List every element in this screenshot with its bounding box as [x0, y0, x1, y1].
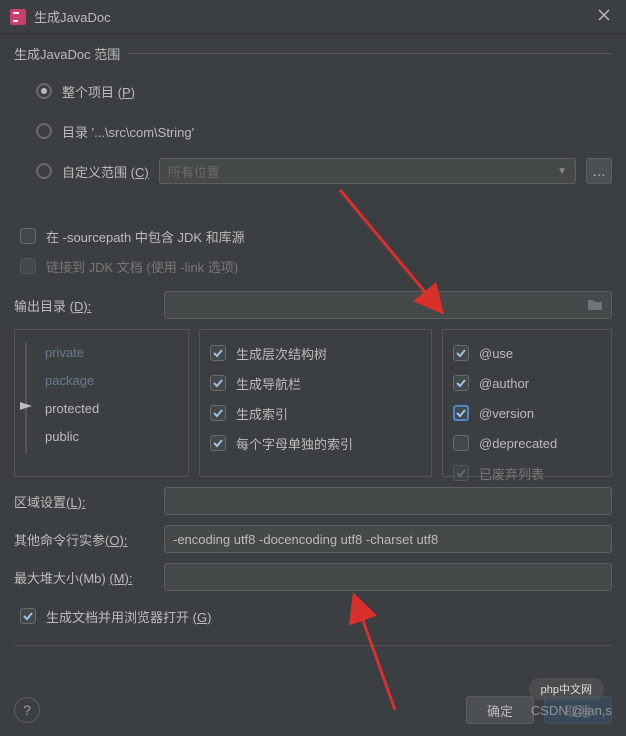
output-dir-label: 输出目录 (D):	[14, 296, 154, 315]
include-jdk-check[interactable]: 在 -sourcepath 中包含 JDK 和库源	[14, 221, 612, 251]
title-bar: 生成JavaDoc	[0, 0, 626, 34]
args-label: 其他命令行实参(O):	[14, 530, 154, 549]
locale-input[interactable]	[164, 487, 612, 515]
output-dir-input[interactable]	[164, 291, 612, 319]
chevron-down-icon: ▼	[557, 166, 567, 177]
open-browser-check[interactable]: 生成文档并用浏览器打开 (G)	[14, 601, 612, 631]
vis-private[interactable]: private	[25, 338, 178, 366]
radio-custom-scope[interactable]: 自定义范围 (C) 所有位置 ▼ …	[36, 151, 612, 191]
tag-use-check[interactable]: @use	[453, 338, 601, 368]
help-button[interactable]: ?	[14, 697, 40, 723]
tag-version-check[interactable]: @version	[453, 398, 601, 428]
checkbox-icon	[20, 258, 36, 274]
checkbox-icon[interactable]	[20, 608, 36, 624]
tag-deprecated-check[interactable]: @deprecated	[453, 428, 601, 458]
scope-combo[interactable]: 所有位置 ▼	[159, 158, 576, 184]
ok-button[interactable]: 确定	[466, 696, 534, 724]
tag-dep-list-check: 已废弃列表	[453, 458, 601, 488]
gen-tree-check[interactable]: 生成层次结构树	[210, 338, 421, 368]
gen-index-check[interactable]: 生成索引	[210, 398, 421, 428]
close-icon[interactable]	[592, 4, 616, 30]
tag-options-panel: @use @author @version @deprecated 已废弃列表	[442, 329, 612, 477]
radio-directory[interactable]: 目录 '...\src\com\String'	[36, 111, 612, 151]
app-icon	[10, 9, 26, 25]
folder-icon[interactable]	[587, 297, 603, 314]
vis-protected[interactable]: protected	[25, 394, 178, 422]
checkbox-icon[interactable]	[20, 228, 36, 244]
link-jdk-check: 链接到 JDK 文档 (使用 -link 选项)	[14, 251, 612, 281]
args-input[interactable]: -encoding utf8 -docencoding utf8 -charse…	[164, 525, 612, 553]
gen-sep-check[interactable]: 每个字母单独的索引	[210, 428, 421, 458]
window-title: 生成JavaDoc	[34, 7, 111, 26]
heap-input[interactable]	[164, 563, 612, 591]
radio-icon[interactable]	[36, 123, 52, 139]
locale-label: 区域设置(L):	[14, 492, 154, 511]
tag-author-check[interactable]: @author	[453, 368, 601, 398]
visibility-slider-panel[interactable]: private package protected public	[14, 329, 189, 477]
radio-whole-project[interactable]: 整个项目 (P)	[36, 71, 612, 111]
radio-icon[interactable]	[36, 163, 52, 179]
scope-separator: 生成JavaDoc 范围	[14, 44, 612, 63]
vis-package[interactable]: package	[25, 366, 178, 394]
watermark-text: CSDN @jan,s	[531, 703, 612, 718]
gen-nav-check[interactable]: 生成导航栏	[210, 368, 421, 398]
scope-more-button[interactable]: …	[586, 158, 612, 184]
radio-icon[interactable]	[36, 83, 52, 99]
heap-label: 最大堆大小(Mb) (M):	[14, 568, 154, 587]
watermark-badge: php中文网	[529, 678, 604, 700]
vis-public[interactable]: public	[25, 422, 178, 450]
generation-options-panel: 生成层次结构树 生成导航栏 生成索引 每个字母单独的索引	[199, 329, 432, 477]
